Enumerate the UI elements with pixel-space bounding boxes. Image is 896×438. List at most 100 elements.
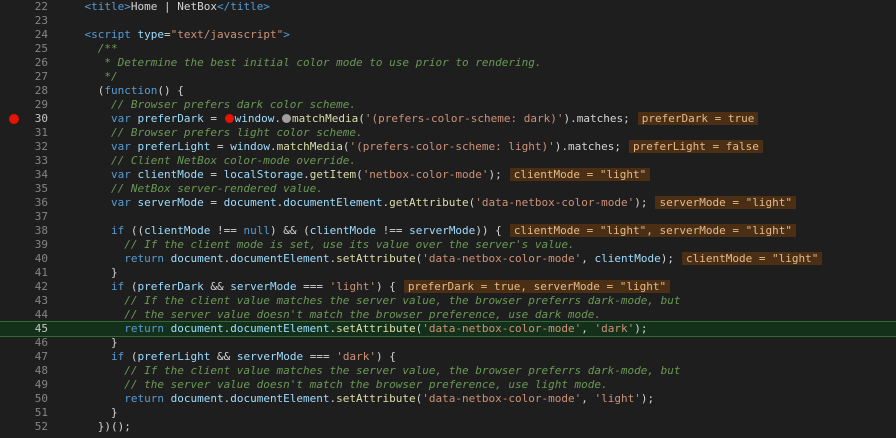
line-gutter[interactable]: 52 [0, 420, 52, 434]
code-text[interactable]: <title>Home | NetBox</title> [58, 0, 270, 14]
line-gutter[interactable]: 38 [0, 224, 52, 238]
line-gutter[interactable]: 47 [0, 350, 52, 364]
code-text[interactable]: // Client NetBox color-mode override. [58, 154, 356, 168]
code-line[interactable]: 31 // Browser prefers light color scheme… [0, 126, 896, 140]
code-text[interactable]: var preferDark = window. matchMedia('(pre… [58, 112, 759, 126]
line-gutter[interactable]: 40 [0, 252, 52, 266]
line-gutter[interactable]: 51 [0, 406, 52, 420]
code-text[interactable]: // the server value doesn't match the br… [58, 378, 607, 392]
code-line[interactable]: 33 // Client NetBox color-mode override. [0, 154, 896, 168]
line-gutter[interactable]: 26 [0, 56, 52, 70]
code-text[interactable]: } [58, 266, 118, 280]
line-gutter[interactable]: 44 [0, 308, 52, 322]
code-text[interactable]: * Determine the best initial color mode … [58, 56, 541, 70]
code-line[interactable]: 41 } [0, 266, 896, 280]
code-text[interactable]: /** [58, 42, 118, 56]
current-code-line[interactable]: 45 return document.documentElement.setAt… [0, 321, 896, 337]
line-gutter[interactable]: 48 [0, 364, 52, 378]
code-token: = [210, 140, 231, 153]
line-gutter[interactable]: 50 [0, 392, 52, 406]
code-line[interactable]: 23 [0, 14, 896, 28]
code-text[interactable]: (function() { [58, 84, 184, 98]
line-gutter[interactable]: 34 [0, 168, 52, 182]
line-gutter[interactable]: 24 [0, 28, 52, 42]
line-gutter[interactable]: 30 [0, 112, 52, 126]
code-text[interactable]: var serverMode = document.documentElemen… [58, 196, 796, 210]
code-line[interactable]: 24 <script type="text/javascript"> [0, 28, 896, 42]
line-gutter[interactable]: 46 [0, 336, 52, 350]
code-line[interactable]: 34 var clientMode = localStorage.getItem… [0, 168, 896, 182]
code-line[interactable]: 26 * Determine the best initial color mo… [0, 56, 896, 70]
line-gutter[interactable]: 36 [0, 196, 52, 210]
code-text[interactable]: })(); [58, 420, 131, 434]
code-text[interactable]: return document.documentElement.setAttri… [58, 322, 647, 336]
code-line[interactable]: 44 // the server value doesn't match the… [0, 308, 896, 322]
code-line[interactable]: 43 // If the client value matches the se… [0, 294, 896, 308]
line-gutter[interactable]: 49 [0, 378, 52, 392]
code-text[interactable]: return document.documentElement.setAttri… [58, 392, 654, 406]
line-gutter[interactable]: 28 [0, 84, 52, 98]
line-gutter[interactable]: 43 [0, 294, 52, 308]
code-token: ) { [375, 280, 396, 293]
line-gutter[interactable]: 27 [0, 70, 52, 84]
code-text[interactable]: */ [58, 70, 117, 84]
line-gutter[interactable]: 37 [0, 210, 52, 224]
line-number: 23 [34, 14, 48, 27]
code-line[interactable]: 28 (function() { [0, 84, 896, 98]
code-line[interactable]: 39 // If the client mode is set, use its… [0, 238, 896, 252]
code-text[interactable]: } [58, 336, 118, 350]
code-editor[interactable]: 22 <title>Home | NetBox</title> 23 24 <scr… [0, 0, 896, 438]
line-gutter[interactable]: 42 [0, 280, 52, 294]
code-text[interactable]: var clientMode = localStorage.getItem('n… [58, 168, 651, 182]
code-text[interactable]: // NetBox server-rendered value. [58, 182, 323, 196]
code-text[interactable]: // If the client value matches the serve… [58, 364, 680, 378]
code-line[interactable]: 35 // NetBox server-rendered value. [0, 182, 896, 196]
code-line[interactable]: 38 if ((clientMode !== null) && (clientM… [0, 224, 896, 238]
code-line[interactable]: 47 if (preferLight && serverMode === 'da… [0, 350, 896, 364]
code-line[interactable]: 51 } [0, 406, 896, 420]
code-text[interactable]: // If the client mode is set, use its va… [58, 238, 574, 252]
line-gutter[interactable]: 35 [0, 182, 52, 196]
line-gutter[interactable]: 33 [0, 154, 52, 168]
line-gutter[interactable]: 29 [0, 98, 52, 112]
code-text[interactable]: return document.documentElement.setAttri… [58, 252, 823, 266]
code-line[interactable]: 22 <title>Home | NetBox</title> [0, 0, 896, 14]
code-line[interactable]: 30 var preferDark = window. matchMedia('(… [0, 112, 896, 126]
line-gutter[interactable]: 25 [0, 42, 52, 56]
line-gutter[interactable]: 39 [0, 238, 52, 252]
code-text[interactable]: // Browser prefers light color scheme. [58, 126, 363, 140]
line-gutter[interactable]: 22 [0, 0, 52, 14]
inline-breakpoint-icon[interactable] [224, 114, 234, 123]
code-text[interactable]: if ((clientMode !== null) && (clientMode… [58, 224, 796, 238]
code-line[interactable]: 50 return document.documentElement.setAt… [0, 392, 896, 406]
line-gutter[interactable]: 32 [0, 140, 52, 154]
code-text[interactable]: if (preferDark && serverMode === 'light'… [58, 280, 671, 294]
inline-breakpoint-hint-icon[interactable] [281, 114, 291, 123]
code-line[interactable]: 36 var serverMode = document.documentEle… [0, 196, 896, 210]
code-text[interactable]: // the server value doesn't match the br… [58, 308, 601, 322]
code-text[interactable]: <script type="text/javascript"> [58, 28, 290, 42]
code-line[interactable]: 46 } [0, 336, 896, 350]
code-line[interactable]: 32 var preferLight = window.matchMedia('… [0, 140, 896, 154]
code-text[interactable]: // Browser prefers dark color scheme. [58, 98, 356, 112]
code-line[interactable]: 48 // If the client value matches the se… [0, 364, 896, 378]
code-text[interactable]: // If the client value matches the serve… [58, 294, 680, 308]
code-line[interactable]: 40 return document.documentElement.setAt… [0, 252, 896, 266]
code-token: preferLight [137, 350, 211, 363]
code-line[interactable]: 42 if (preferDark && serverMode === 'lig… [0, 280, 896, 294]
code-text[interactable]: } [58, 406, 118, 420]
code-line[interactable]: 52 })(); [0, 420, 896, 434]
code-line[interactable]: 37 [0, 210, 896, 224]
line-gutter[interactable]: 41 [0, 266, 52, 280]
code-line[interactable]: 29 // Browser prefers dark color scheme. [0, 98, 896, 112]
line-gutter[interactable]: 23 [0, 14, 52, 28]
line-gutter[interactable]: 31 [0, 126, 52, 140]
code-line[interactable]: 27 */ [0, 70, 896, 84]
code-text[interactable]: if (preferLight && serverMode === 'dark'… [58, 350, 396, 364]
code-line[interactable]: 25 /** [0, 42, 896, 56]
code-line[interactable]: 49 // the server value doesn't match the… [0, 378, 896, 392]
breakpoint-icon[interactable] [9, 114, 19, 124]
line-gutter[interactable]: 45 [0, 322, 52, 336]
code-text[interactable]: var preferLight = window.matchMedia('(pr… [58, 140, 763, 154]
